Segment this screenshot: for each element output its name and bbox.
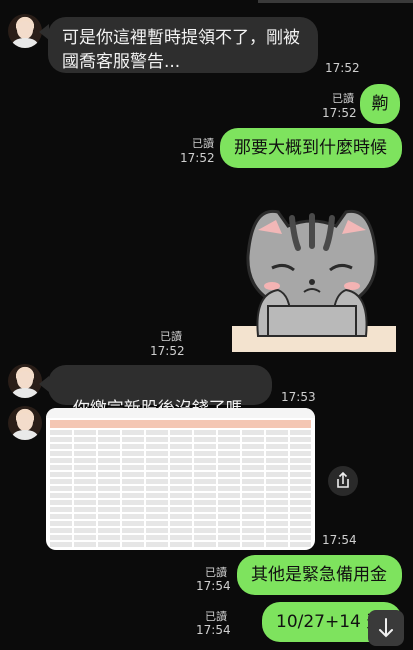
arrow-down-icon <box>379 618 393 638</box>
image-table-row <box>50 500 311 505</box>
image-table-row <box>50 437 311 442</box>
read-receipt: 已讀 <box>205 566 227 579</box>
message-time: 17:52 <box>180 151 215 165</box>
message-time: 17:53 <box>281 390 316 404</box>
scroll-to-bottom-button[interactable] <box>368 610 404 646</box>
read-receipt: 已讀 <box>205 610 227 623</box>
message-time: 17:54 <box>196 623 231 637</box>
image-table-row <box>50 521 311 526</box>
read-receipt: 已讀 <box>332 92 354 105</box>
message-bubble-incoming[interactable]: 可是你這裡暫時提領不了，剛被 國喬客服警告... <box>48 17 318 73</box>
share-button[interactable] <box>328 466 358 496</box>
image-table-row <box>50 542 311 547</box>
avatar[interactable] <box>8 406 42 440</box>
cat-sticker-image <box>232 209 396 352</box>
image-attachment[interactable] <box>46 408 315 550</box>
image-table-row <box>50 465 311 470</box>
image-table-row <box>50 458 311 463</box>
image-table-row <box>50 472 311 477</box>
message-bubble-outgoing[interactable]: 齁 <box>360 84 400 124</box>
image-table-row <box>50 430 311 435</box>
avatar[interactable] <box>8 14 42 48</box>
top-edge <box>258 0 413 3</box>
message-time: 17:52 <box>322 106 357 120</box>
cat-sticker[interactable] <box>228 186 396 352</box>
message-bubble-incoming[interactable]: 你繳完新股後沒錢了嗎😅 <box>48 365 272 443</box>
message-time: 17:52 <box>150 344 185 358</box>
message-time: 17:52 <box>325 61 360 75</box>
image-header <box>46 408 315 418</box>
avatar[interactable] <box>8 364 42 398</box>
share-icon <box>337 471 349 488</box>
image-table-row <box>50 514 311 519</box>
image-table-row <box>50 507 311 512</box>
image-table-row <box>50 479 311 484</box>
image-table-row <box>50 486 311 491</box>
image-table-header <box>50 420 311 428</box>
message-time: 17:54 <box>196 579 231 593</box>
message-bubble-outgoing[interactable]: 其他是緊急備用金 <box>237 555 402 595</box>
read-receipt: 已讀 <box>192 137 214 150</box>
image-table-row <box>50 444 311 449</box>
image-table-row <box>50 451 311 456</box>
message-bubble-outgoing[interactable]: 那要大概到什麼時候 <box>220 128 402 168</box>
image-table-row <box>50 535 311 540</box>
image-table-row <box>50 493 311 498</box>
image-table-row <box>50 528 311 533</box>
message-time: 17:54 <box>322 533 357 547</box>
read-receipt: 已讀 <box>160 330 182 343</box>
